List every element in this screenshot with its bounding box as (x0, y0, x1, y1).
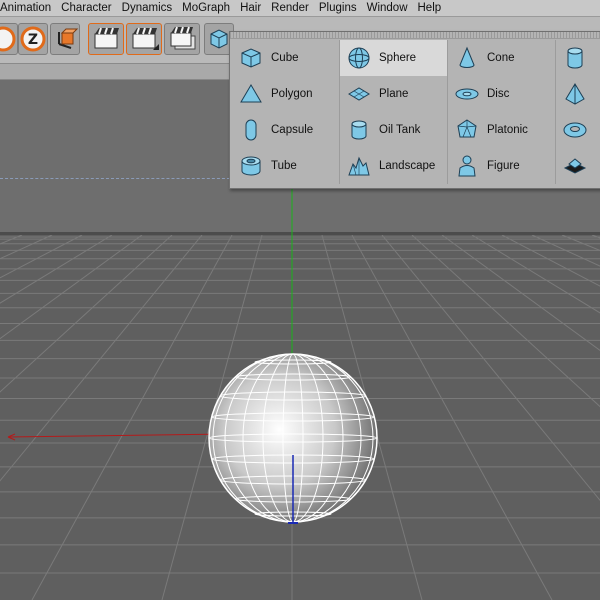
menu-dynamics[interactable]: Dynamics (117, 2, 177, 14)
tube-icon (238, 153, 264, 179)
menu-item-label: Capsule (271, 124, 314, 136)
redo-button[interactable]: Z (18, 23, 48, 55)
menu-item-polygon[interactable]: Polygon (232, 76, 340, 112)
menu-item-label: Cone (487, 52, 515, 64)
menu-item-pyramid[interactable] (556, 76, 600, 112)
menu-item-label: Plane (379, 88, 409, 100)
oil-tank-icon (346, 117, 372, 143)
render-view-button[interactable] (88, 23, 124, 55)
menu-item-oil-tank[interactable]: Oil Tank (340, 112, 448, 148)
disc-icon (454, 81, 480, 107)
redo-z-icon: Z (20, 26, 46, 52)
menu-item-sphere[interactable]: Sphere (340, 40, 448, 76)
menu-character[interactable]: Character (56, 2, 117, 14)
relief-icon (562, 153, 588, 179)
menu-hair[interactable]: Hair (235, 2, 266, 14)
menu-item-capsule[interactable]: Capsule (232, 112, 340, 148)
coordinate-system-button[interactable] (50, 23, 80, 55)
svg-text:Z: Z (28, 32, 38, 48)
popup-column-2: Sphere Plane Oil Tank Landscape (340, 40, 448, 184)
menu-item-platonic[interactable]: Platonic (448, 112, 556, 148)
landscape-icon (346, 153, 372, 179)
render-settings-icon (170, 26, 196, 50)
menu-window[interactable]: Window (362, 2, 413, 14)
popup-column-1: Cube Polygon Capsule Tube (232, 40, 340, 184)
polygon-icon (238, 81, 264, 107)
main-menubar: Animation Character Dynamics MoGraph Hai… (0, 0, 600, 17)
figure-icon (454, 153, 480, 179)
render-view-icon (94, 27, 119, 49)
menu-item-disc[interactable]: Disc (448, 76, 556, 112)
menu-item-torus[interactable] (556, 112, 600, 148)
menu-item-label: Tube (271, 160, 297, 172)
plane-icon (346, 81, 372, 107)
popup-column-4 (556, 40, 600, 184)
capsule-icon (238, 117, 264, 143)
undo-button[interactable] (0, 23, 18, 55)
menu-item-label: Cube (271, 52, 299, 64)
menu-item-cube[interactable]: Cube (232, 40, 340, 76)
menu-item-label: Landscape (379, 160, 436, 172)
primitive-popup-menu: Cube Polygon Capsule Tube Sphere Plane O… (229, 31, 600, 189)
menu-item-label: Disc (487, 88, 510, 100)
undo-z-icon (0, 26, 16, 52)
menu-item-label: Oil Tank (379, 124, 421, 136)
menu-item-cone[interactable]: Cone (448, 40, 556, 76)
menu-mograph[interactable]: MoGraph (177, 2, 235, 14)
pyramid-icon (562, 81, 588, 107)
menu-item-landscape[interactable]: Landscape (340, 148, 448, 184)
sphere-icon (346, 45, 372, 71)
menu-item-label: Polygon (271, 88, 313, 100)
cylinder-icon (562, 45, 588, 71)
cone-icon (454, 45, 480, 71)
menu-plugins[interactable]: Plugins (314, 2, 362, 14)
menu-item-label: Figure (487, 160, 520, 172)
menu-item-figure[interactable]: Figure (448, 148, 556, 184)
menu-item-tube[interactable]: Tube (232, 148, 340, 184)
menu-render[interactable]: Render (266, 2, 314, 14)
torus-icon (562, 117, 588, 143)
render-picture-icon (132, 27, 159, 50)
menu-item-label: Platonic (487, 124, 528, 136)
menu-help[interactable]: Help (413, 2, 447, 14)
menu-item-relief[interactable] (556, 148, 600, 184)
popup-column-3: Cone Disc Platonic Figure (448, 40, 556, 184)
menu-animation[interactable]: Animation (0, 2, 56, 14)
menu-item-label: Sphere (379, 52, 417, 64)
sphere-object[interactable] (200, 345, 390, 535)
popup-drag-grip[interactable] (230, 32, 600, 39)
platonic-icon (454, 117, 480, 143)
coordinate-icon (58, 28, 79, 49)
menu-item-cylinder[interactable] (556, 40, 600, 76)
render-picture-button[interactable] (126, 23, 162, 55)
render-settings-button[interactable] (164, 23, 200, 55)
menu-item-plane[interactable]: Plane (340, 76, 448, 112)
cube-icon (238, 45, 264, 71)
